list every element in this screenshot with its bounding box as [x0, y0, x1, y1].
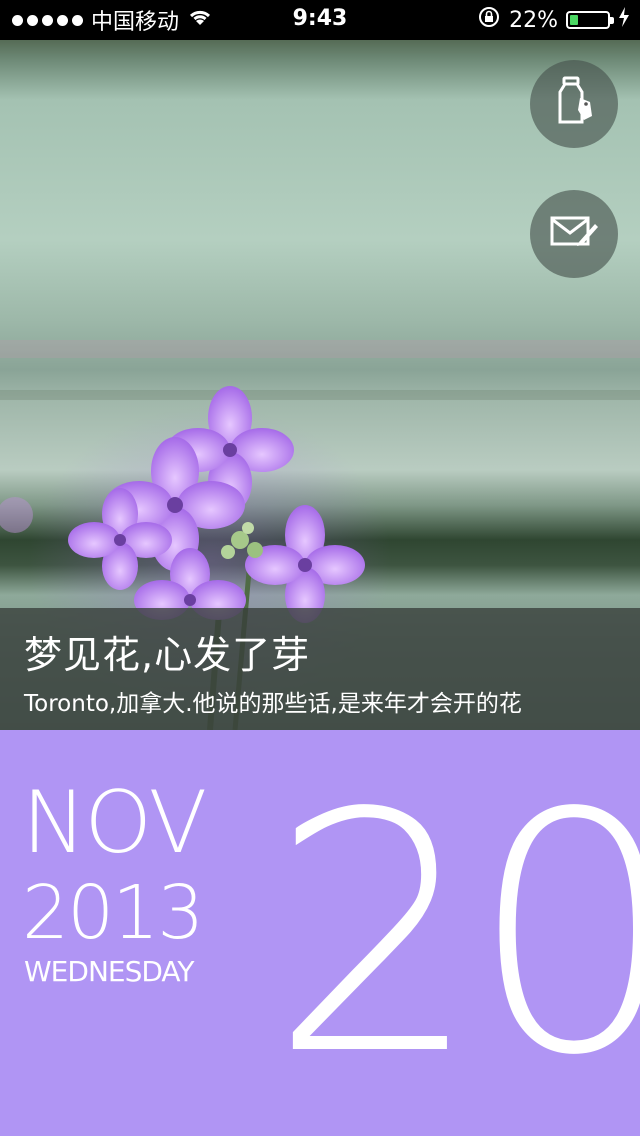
- charging-bolt-icon: [618, 7, 630, 33]
- battery-percent: 22%: [509, 7, 558, 33]
- caption-subtitle: Toronto,加拿大.他说的那些话,是来年才会开的花: [24, 691, 522, 717]
- battery-fill: [570, 15, 578, 25]
- message-bottle-button[interactable]: [530, 60, 618, 148]
- date-year: 2013: [22, 870, 204, 956]
- date-month: NOV: [22, 773, 207, 873]
- battery-icon: [566, 11, 614, 29]
- date-panel: NOV 2013 WEDNESDAY 20: [0, 730, 640, 1136]
- message-bottle-icon: [552, 76, 596, 132]
- photo-caption: 梦见花,心发了芽 Toronto,加拿大.他说的那些话,是来年才会开的花: [0, 608, 640, 730]
- date-weekday: WEDNESDAY: [24, 955, 194, 988]
- status-bar: 中国移动 9:43 22%: [0, 0, 640, 40]
- date-day: 20: [270, 743, 640, 1127]
- compose-mail-icon: [549, 212, 599, 256]
- compose-mail-button[interactable]: [530, 190, 618, 278]
- status-right: 22%: [477, 6, 630, 34]
- caption-title: 梦见花,心发了芽: [24, 633, 311, 677]
- rotation-lock-icon: [477, 5, 501, 35]
